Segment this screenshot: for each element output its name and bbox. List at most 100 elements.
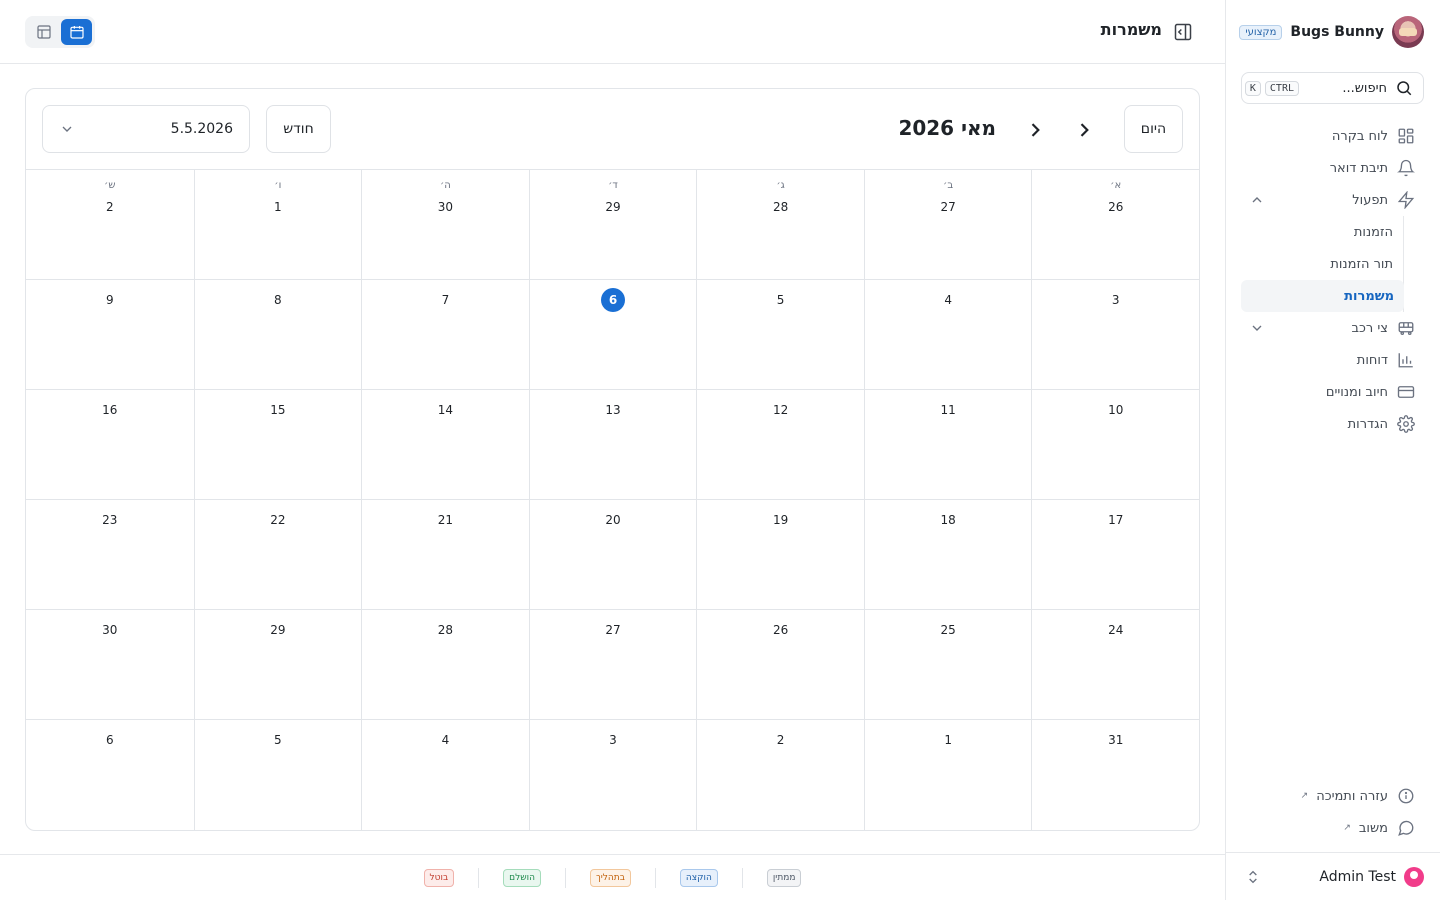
nav-item-dashboard[interactable]: לוח בקרה	[1241, 120, 1424, 152]
table-view-button[interactable]	[28, 19, 59, 45]
calendar-day-cell[interactable]: 11	[863, 390, 1032, 500]
feedback-label: משוב	[1358, 820, 1388, 836]
calendar-day-cell[interactable]: 18	[863, 500, 1032, 610]
calendar-day-cell[interactable]: 3	[1031, 280, 1199, 390]
day-number: 29	[270, 623, 286, 637]
calendar-day-cell[interactable]: א׳ 26	[1031, 170, 1199, 280]
day-number: 5	[776, 293, 785, 307]
calendar-day-cell[interactable]: 2	[696, 720, 864, 830]
calendar-day-cell[interactable]: 12	[696, 390, 864, 500]
plan-badge: מקצועי	[1239, 24, 1283, 40]
calendar-day-cell[interactable]: ג׳ 28	[696, 170, 864, 280]
legend-divider	[654, 867, 656, 888]
calendar-day-cell[interactable]: 25	[863, 610, 1032, 720]
calendar-day-cell[interactable]: 27	[528, 610, 697, 720]
day-number: 29	[605, 200, 621, 214]
calendar-day-cell[interactable]: 23	[26, 500, 194, 610]
calendar-day-cell[interactable]: 31	[1031, 720, 1199, 830]
feedback-link[interactable]: משוב ↗	[1241, 812, 1424, 844]
day-number: 27	[940, 200, 956, 214]
calendar-day-cell[interactable]: 19	[696, 500, 864, 610]
calendar-day-cell[interactable]: 6	[528, 280, 697, 390]
calendar-day-cell[interactable]: 6	[26, 720, 194, 830]
help-link[interactable]: עזרה ותמיכה ↗	[1241, 780, 1424, 812]
today-button[interactable]: היום	[1124, 105, 1183, 153]
calendar-day-cell[interactable]: 5	[696, 280, 864, 390]
day-number: 1	[274, 200, 282, 214]
org-name: Bugs Bunny	[1290, 24, 1384, 40]
calendar-day-cell[interactable]: 9	[26, 280, 194, 390]
calendar-day-cell[interactable]: 8	[193, 280, 362, 390]
calendar-day-cell[interactable]: 21	[361, 500, 529, 610]
bus-icon	[1396, 318, 1416, 338]
day-number: 20	[605, 513, 621, 527]
calendar-day-cell[interactable]: 22	[193, 500, 362, 610]
calendar-view-button[interactable]	[61, 19, 92, 45]
calendar-day-cell[interactable]: 4	[863, 280, 1032, 390]
calendar-day-cell[interactable]: 24	[1031, 610, 1199, 720]
chevron-left-icon[interactable]	[1024, 119, 1046, 141]
day-number: 11	[940, 403, 956, 417]
nav-item-inbox[interactable]: תיבת דואר	[1241, 152, 1424, 184]
calendar-day-cell[interactable]: 29	[193, 610, 362, 720]
chevrons-up-down-icon	[1245, 869, 1261, 885]
nav-item-operations[interactable]: תפעול	[1241, 184, 1424, 216]
calendar-day-cell[interactable]: 10	[1031, 390, 1199, 500]
day-number: 5	[274, 733, 282, 747]
day-number: 6	[105, 733, 114, 747]
calendar-day-cell[interactable]: 5	[193, 720, 362, 830]
calendar-day-cell[interactable]: ד׳ 29	[528, 170, 697, 280]
main-nav: לוח בקרה תיבת דואר תפעול הזמנות תור הזמנ…	[1241, 120, 1424, 440]
calendar-day-cell[interactable]: 1	[863, 720, 1032, 830]
calendar-day-cell[interactable]: ש׳ 2	[26, 170, 194, 280]
day-number: 26	[1108, 200, 1124, 214]
calendar-day-cell[interactable]: 15	[193, 390, 362, 500]
day-number: 30	[437, 200, 454, 214]
sidebar-toggle-icon[interactable]	[1171, 20, 1195, 44]
calendar-day-cell[interactable]: 28	[361, 610, 529, 720]
chevron-right-icon[interactable]	[1073, 119, 1095, 141]
calendar-day-cell[interactable]: 7	[361, 280, 529, 390]
nav-item-shifts[interactable]: משמרות	[1241, 280, 1404, 312]
search-box[interactable]: K CTRL	[1241, 72, 1424, 104]
chevron-down-icon[interactable]	[1249, 320, 1265, 336]
calendar-day-cell[interactable]: ו׳ 1	[193, 170, 362, 280]
nav-item-reports[interactable]: דוחות	[1241, 344, 1424, 376]
legend-item: בתהליך	[589, 868, 631, 887]
calendar-day-cell[interactable]: 4	[361, 720, 529, 830]
user-menu[interactable]: Admin Test	[1225, 852, 1440, 900]
nav-item-orders-queue[interactable]: תור הזמנות	[1241, 248, 1403, 280]
calendar-day-cell[interactable]: 26	[696, 610, 864, 720]
date-picker[interactable]: 5.5.2026	[42, 105, 250, 153]
org-switcher[interactable]: Bugs Bunny מקצועי	[1236, 14, 1424, 50]
calendar-day-cell[interactable]: ב׳ 27	[863, 170, 1032, 280]
chevron-up-icon[interactable]	[1249, 192, 1265, 208]
day-number: 18	[940, 513, 956, 527]
nav-item-fleet[interactable]: צי רכב	[1241, 312, 1424, 344]
nav-item-billing[interactable]: חיוב ומנויים	[1241, 376, 1424, 408]
org-logo	[1392, 16, 1424, 48]
nav-item-settings[interactable]: הגדרות	[1241, 408, 1424, 440]
calendar-day-cell[interactable]: 20	[528, 500, 697, 610]
month-grid: א׳ 26 ב׳ 27 ג׳ 28 ד׳ 29 ה׳ 30 ו׳ 1 ש׳ 2 3 4 5 6 7 8 9 10 11 12 1…	[26, 170, 1199, 830]
view-mode-button[interactable]: חודש	[266, 105, 331, 153]
calendar-header: היום מאי 2026 חודש 5.5.2026	[26, 89, 1199, 170]
status-badge: בוטל	[423, 868, 455, 887]
calendar: היום מאי 2026 חודש 5.5.2026 א׳ 26 ב׳ 27 ג׳ 28…	[25, 88, 1200, 831]
day-number: 8	[274, 293, 282, 307]
calendar-day-cell[interactable]: 30	[26, 610, 194, 720]
calendar-day-cell[interactable]: 17	[1031, 500, 1199, 610]
day-number: 28	[772, 200, 789, 214]
calendar-day-cell[interactable]: 16	[26, 390, 194, 500]
search-input[interactable]	[1307, 80, 1387, 96]
calendar-day-cell[interactable]: 13	[528, 390, 697, 500]
nav-label-dashboard: לוח בקרה	[1331, 128, 1388, 144]
calendar-day-cell[interactable]: 3	[528, 720, 697, 830]
month-title: מאי 2026	[898, 116, 996, 140]
calendar-day-cell[interactable]: ה׳ 30	[361, 170, 529, 280]
nav-item-orders[interactable]: הזמנות	[1241, 216, 1403, 248]
legend-item: בוטל	[423, 868, 455, 887]
nav-label-shifts: משמרות	[1344, 288, 1394, 304]
nav-label-orders-queue: תור הזמנות	[1330, 256, 1393, 272]
calendar-day-cell[interactable]: 14	[361, 390, 529, 500]
